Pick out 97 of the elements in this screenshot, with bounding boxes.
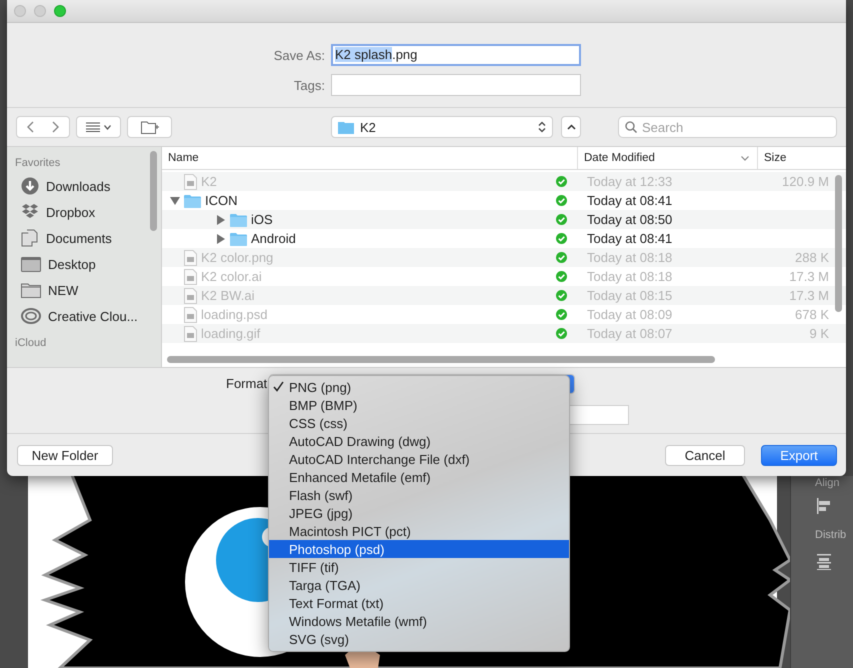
date-modified: Today at 08:41 [586,231,674,246]
menu-item[interactable]: Enhanced Metafile (emf) [269,468,569,486]
synced-check-icon [556,252,567,263]
save-as-field[interactable]: K2 splash.png [331,44,581,66]
input-field[interactable] [568,405,629,425]
menu-item[interactable]: AutoCAD Interchange File (dxf) [269,450,569,468]
zoom-button[interactable] [54,5,66,17]
panel-label: Distrib [815,529,846,541]
up-down-arrows-icon [538,121,546,133]
menu-item[interactable]: PNG (png) [269,378,569,396]
file-size: 17.3 M [788,288,829,303]
menu-item[interactable]: Flash (swf) [269,486,569,504]
date-modified: Today at 08:41 [586,193,674,208]
synced-check-icon [556,214,567,225]
folder-icon [230,232,247,246]
column-header[interactable]: Size [757,147,829,169]
folder-icon [21,282,41,298]
menu-item[interactable]: CSS (css) [269,414,569,432]
desktop-icon [21,256,41,272]
menu-item[interactable]: Targa (TGA) [269,576,569,594]
menu-item[interactable]: Text Format (txt) [269,594,569,612]
date-modified: Today at 08:07 [586,326,674,341]
expand-collapse-button[interactable] [561,116,581,138]
synced-check-icon [556,290,567,301]
sidebar-section-title: Favorites [15,157,62,171]
forward-icon[interactable] [52,121,60,133]
sidebar-item[interactable]: Desktop [15,251,161,277]
cloud-icon [21,308,41,324]
synced-check-icon [556,309,567,320]
list-view-icon [86,122,100,132]
file-size: 120.9 M [781,174,829,189]
menu-item[interactable]: TIFF (tif) [269,558,569,576]
disclosure-triangle-icon[interactable] [216,214,226,224]
tags-field[interactable] [331,74,581,96]
format-label: Format [226,376,268,391]
date-modified: Today at 08:18 [586,269,674,284]
column-header[interactable]: Date Modified [577,147,757,169]
align-left-icon[interactable] [817,498,831,514]
export-button[interactable]: Export [761,444,837,466]
date-modified: Today at 08:50 [586,212,674,227]
scrollbar-thumb[interactable] [835,175,842,312]
sidebar-item[interactable]: NEW [15,277,161,303]
file-name[interactable]: iOS [251,212,552,227]
documents-icon [21,229,39,247]
synced-check-icon [556,233,567,244]
file-size: 9 K [808,326,829,341]
date-modified: Today at 08:09 [586,307,674,322]
dropbox-icon [21,204,39,220]
folder-icon [230,212,247,226]
view-options-button[interactable] [76,116,121,138]
menu-item[interactable]: BMP (BMP) [269,396,569,414]
sidebar-item[interactable]: Creative Clou... [15,303,161,329]
tags-label: Tags: [292,78,325,92]
folder-icon [338,120,354,134]
file-name[interactable]: Android [251,231,552,246]
dialog-button[interactable]: Cancel [665,444,745,466]
date-modified: Today at 08:18 [586,250,674,265]
file-size: 678 K [794,307,829,322]
new-folder-toolbar-button[interactable] [127,116,172,138]
disclosure-triangle-icon[interactable] [170,196,180,206]
file-name[interactable]: ICON [205,193,552,208]
panel-label: Align [815,477,840,489]
date-modified: Today at 12:33 [586,174,674,189]
search-icon [625,121,637,133]
sidebar-item[interactable]: Dropbox [15,199,161,225]
back-forward-buttons[interactable] [16,116,70,138]
chevron-down-icon [741,156,749,160]
download-icon [21,177,39,195]
synced-check-icon [556,195,567,206]
synced-check-icon [556,328,567,339]
sidebar-item[interactable]: Downloads [15,173,161,199]
menu-item[interactable]: SVG (svg) [269,630,569,648]
menu-item[interactable]: Macintosh PICT (pct) [269,522,569,540]
scrollbar-thumb[interactable] [150,151,157,231]
synced-check-icon [556,271,567,282]
menu-item[interactable]: Windows Metafile (wmf) [269,612,569,630]
location-popup[interactable]: K2 [331,116,553,138]
sidebar-item[interactable]: Documents [15,225,161,251]
menu-item[interactable]: JPEG (jpg) [269,504,569,522]
date-modified: Today at 08:15 [586,288,674,303]
disclosure-triangle-icon[interactable] [216,234,226,244]
new-folder-icon [140,120,158,134]
chevron-up-icon [566,124,576,130]
distribute-icon[interactable] [817,554,831,570]
sidebar-section-title: iCloud [15,337,48,351]
file-size: 17.3 M [788,269,829,284]
menu-item[interactable]: Photoshop (psd) [269,540,569,558]
file-size: 288 K [794,250,829,265]
synced-check-icon [556,176,567,187]
scrollbar-thumb[interactable] [167,356,715,363]
folder-icon [184,194,201,208]
menu-item[interactable]: AutoCAD Drawing (dwg) [269,432,569,450]
chevron-down-icon [104,124,111,130]
column-header[interactable]: Name [162,147,577,169]
back-icon[interactable] [26,121,34,133]
dialog-button[interactable]: New Folder [17,444,113,466]
save-as-label: Save As: [272,48,325,62]
